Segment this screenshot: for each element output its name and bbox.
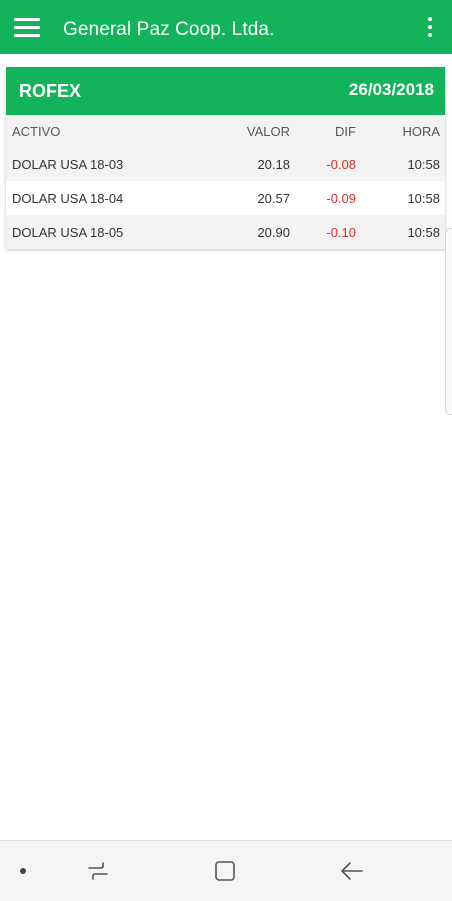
recent-apps-icon[interactable]	[85, 859, 111, 883]
cell-hora: 10:58	[356, 181, 445, 215]
edge-panel-handle[interactable]	[445, 228, 452, 415]
menu-line	[14, 18, 40, 21]
menu-dot	[428, 17, 432, 21]
quotes-table: ACTIVO VALOR DIF HORA DOLAR USA 18-03 20…	[6, 115, 445, 249]
menu-line	[14, 34, 40, 37]
card-title: ROFEX	[19, 81, 82, 101]
menu-dot	[428, 33, 432, 37]
app-bar: General Paz Coop. Ltda.	[0, 0, 452, 54]
cell-valor: 20.57	[172, 181, 290, 215]
more-vert-icon[interactable]	[420, 14, 440, 40]
card-header: ROFEX 26/03/2018	[6, 67, 445, 115]
menu-line	[14, 26, 40, 29]
rofex-card: ROFEX 26/03/2018 ACTIVO VALOR DIF HORA D…	[6, 67, 445, 249]
cell-valor: 20.18	[172, 147, 290, 181]
cell-dif: -0.09	[290, 181, 356, 215]
cell-valor: 20.90	[172, 215, 290, 249]
table-row[interactable]: DOLAR USA 18-03 20.18 -0.08 10:58	[6, 147, 445, 181]
column-header-valor: VALOR	[172, 115, 290, 147]
table-row[interactable]: DOLAR USA 18-05 20.90 -0.10 10:58	[6, 215, 445, 249]
back-arrow-icon[interactable]	[339, 859, 365, 883]
cell-activo: DOLAR USA 18-03	[6, 147, 172, 181]
cell-dif: -0.08	[290, 147, 356, 181]
cell-activo: DOLAR USA 18-05	[6, 215, 172, 249]
app-title: General Paz Coop. Ltda.	[63, 19, 275, 40]
dot-icon[interactable]	[20, 868, 26, 874]
cell-dif: -0.10	[290, 215, 356, 249]
menu-dot	[428, 25, 432, 29]
column-header-activo: ACTIVO	[6, 115, 172, 147]
hamburger-menu-icon[interactable]	[14, 18, 40, 38]
column-header-dif: DIF	[290, 115, 356, 147]
table-row[interactable]: DOLAR USA 18-04 20.57 -0.09 10:58	[6, 181, 445, 215]
cell-hora: 10:58	[356, 215, 445, 249]
home-icon[interactable]	[213, 859, 237, 883]
cell-activo: DOLAR USA 18-04	[6, 181, 172, 215]
card-date: 26/03/2018	[348, 80, 434, 99]
table-header-row: ACTIVO VALOR DIF HORA	[6, 115, 445, 147]
column-header-hora: HORA	[356, 115, 445, 147]
system-navigation-bar	[0, 840, 452, 901]
cell-hora: 10:58	[356, 147, 445, 181]
